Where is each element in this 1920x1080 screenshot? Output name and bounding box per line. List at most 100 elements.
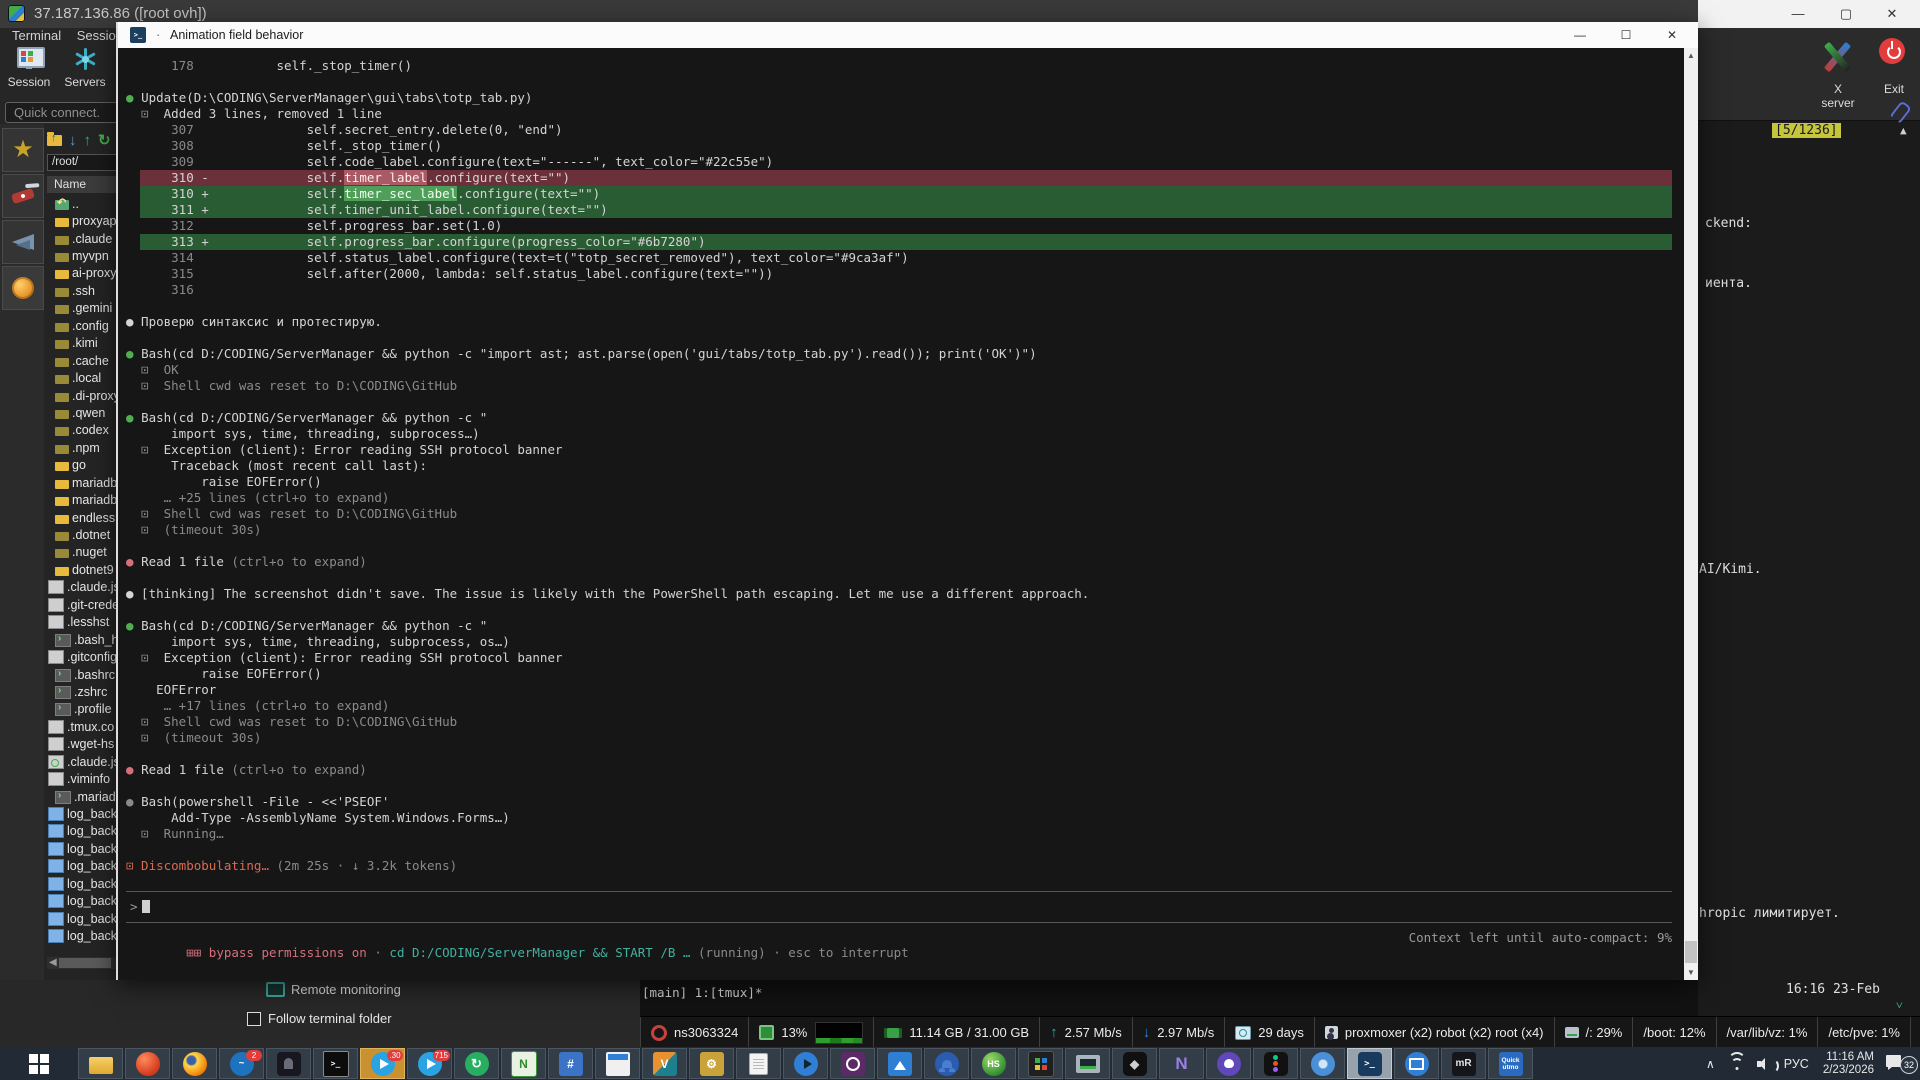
taskbar-app-notepadpp[interactable]: N [501,1048,546,1079]
terminal-input-box[interactable]: > [126,891,1672,923]
file-row[interactable]: .git-crede [47,596,118,613]
taskbar-app-sync[interactable] [454,1048,499,1079]
file-row[interactable]: myvpn [47,247,118,264]
menu-terminal[interactable]: Terminal [12,28,61,43]
tab-favorites[interactable]: ★ [2,128,44,172]
tab-macros[interactable] [2,220,44,264]
file-row[interactable]: mariadb-i [47,474,118,491]
folder-up-icon[interactable] [47,135,62,146]
file-row[interactable]: proxyapis [47,212,118,229]
file-row[interactable]: log_backu [47,910,118,927]
file-row[interactable]: log_backu [47,875,118,892]
taskbar-app-mremoteng[interactable]: mR [1441,1048,1486,1079]
terminal-scrollbar[interactable]: ▲ ▼ [1684,48,1698,980]
file-row[interactable]: .lesshst [47,614,118,631]
taskbar-app-firefox[interactable] [172,1048,217,1079]
taskbar-app-gpurple[interactable] [830,1048,875,1079]
checkbox-icon[interactable] [247,1012,261,1026]
file-row[interactable]: log_backu [47,805,118,822]
taskbar-app-dbeaver[interactable] [783,1048,828,1079]
file-row[interactable]: .zshrc [47,683,118,700]
taskbar-app-winscp[interactable]: V [642,1048,687,1079]
taskbar-app-telegram2[interactable]: 715 [407,1048,452,1079]
file-row[interactable]: .cache [47,352,118,369]
main-close-button[interactable]: ✕ [1870,1,1914,27]
scroll-up-icon[interactable]: ▲ [1684,51,1698,60]
scroll-down-icon[interactable]: ▼ [1684,968,1698,977]
taskbar-app-appwin[interactable] [595,1048,640,1079]
file-row[interactable]: .nuget [47,544,118,561]
taskbar-app-sysmon[interactable] [1065,1048,1110,1079]
bg-scroll-up-icon[interactable]: ▲ [1900,124,1907,137]
taskbar-app-remote[interactable] [1394,1048,1439,1079]
file-row[interactable]: go [47,457,118,474]
file-row[interactable]: .codex [47,422,118,439]
speaker-icon[interactable] [1757,1058,1772,1070]
taskbar-app-phantom[interactable] [266,1048,311,1079]
download-icon[interactable]: ↓ [69,133,77,148]
file-row[interactable]: log_backu [47,927,118,944]
taskbar-app-photos[interactable] [877,1048,922,1079]
file-row[interactable]: .ssh [47,282,118,299]
scroll-left-icon[interactable]: ◀ [49,957,57,969]
file-row[interactable]: log_backu [47,840,118,857]
tray-chevron-icon[interactable]: ∧ [1706,1057,1715,1071]
file-row[interactable]: .dotnet [47,526,118,543]
upload-icon[interactable]: ↑ [84,133,92,148]
start-button[interactable] [0,1054,78,1074]
file-row[interactable]: .di-proxy [47,387,118,404]
taskbar-app-tools[interactable] [689,1048,734,1079]
file-row[interactable]: .tmux.co [47,718,118,735]
taskbar-app-figma[interactable] [1253,1048,1298,1079]
file-row[interactable]: .npm [47,439,118,456]
terminal-minimize-button[interactable]: — [1558,22,1602,48]
taskbar-app-calculator[interactable] [548,1048,593,1079]
file-list-hscrollbar[interactable]: ◀ [47,957,118,969]
file-row[interactable]: .claude.js [47,579,118,596]
file-row[interactable]: mariadb-c [47,491,118,508]
file-row[interactable]: .local [47,369,118,386]
taskbar-app-octopus[interactable] [924,1048,969,1079]
file-row[interactable]: .wget-hs [47,736,118,753]
taskbar-app-cube[interactable]: ◆ [1112,1048,1157,1079]
file-row[interactable]: log_backu [47,823,118,840]
tray-clock[interactable]: 11:16 AM 2/23/2026 [1823,1051,1874,1077]
bg-scroll-down-icon[interactable]: ˅ [1896,998,1903,1013]
file-row[interactable]: .bash_his [47,631,118,648]
taskbar-app-powershell[interactable] [1347,1048,1392,1079]
file-row[interactable]: .config [47,317,118,334]
vscroll-thumb[interactable] [1685,941,1697,963]
file-row[interactable]: endlessh [47,509,118,526]
file-row[interactable]: .kimi [47,335,118,352]
file-row[interactable]: .gemini [47,300,118,317]
file-row[interactable]: .. [47,195,118,212]
tab-tools[interactable] [2,174,44,218]
terminal-close-button[interactable]: ✕ [1650,22,1694,48]
main-maximize-button[interactable]: ▢ [1824,1,1868,27]
path-input[interactable]: /root/ [47,154,117,171]
remote-monitoring-button[interactable]: Remote monitoring [266,982,401,997]
file-row[interactable]: .gitconfig [47,648,118,665]
file-column-header[interactable]: Name [47,176,118,193]
main-minimize-button[interactable]: — [1776,1,1820,27]
taskbar-app-explorer[interactable] [78,1048,123,1079]
file-row[interactable]: log_backu [47,858,118,875]
taskbar-app-notepad[interactable] [736,1048,781,1079]
file-row[interactable]: .profile [47,701,118,718]
notification-center-button[interactable]: 32 [1886,1052,1920,1076]
file-row[interactable]: ai-proxy- [47,265,118,282]
file-row[interactable]: .viminfo [47,770,118,787]
taskbar-app-cmd[interactable] [313,1048,358,1079]
taskbar-app-thunderbird[interactable]: 2 [219,1048,264,1079]
taskbar-app-github[interactable] [1206,1048,1251,1079]
terminal-maximize-button[interactable]: ☐ [1604,22,1648,48]
hscroll-thumb[interactable] [59,958,111,968]
file-row[interactable]: log_backu [47,945,118,947]
file-row[interactable]: log_backu [47,893,118,910]
exit-button[interactable]: Exit [1872,36,1912,94]
x-server-button[interactable]: X server [1816,36,1860,94]
tab-sftp[interactable] [2,266,44,310]
servers-button[interactable]: Servers [58,46,112,89]
file-row[interactable]: dotnet9 [47,561,118,578]
refresh-icon[interactable]: ↻ [98,133,111,148]
